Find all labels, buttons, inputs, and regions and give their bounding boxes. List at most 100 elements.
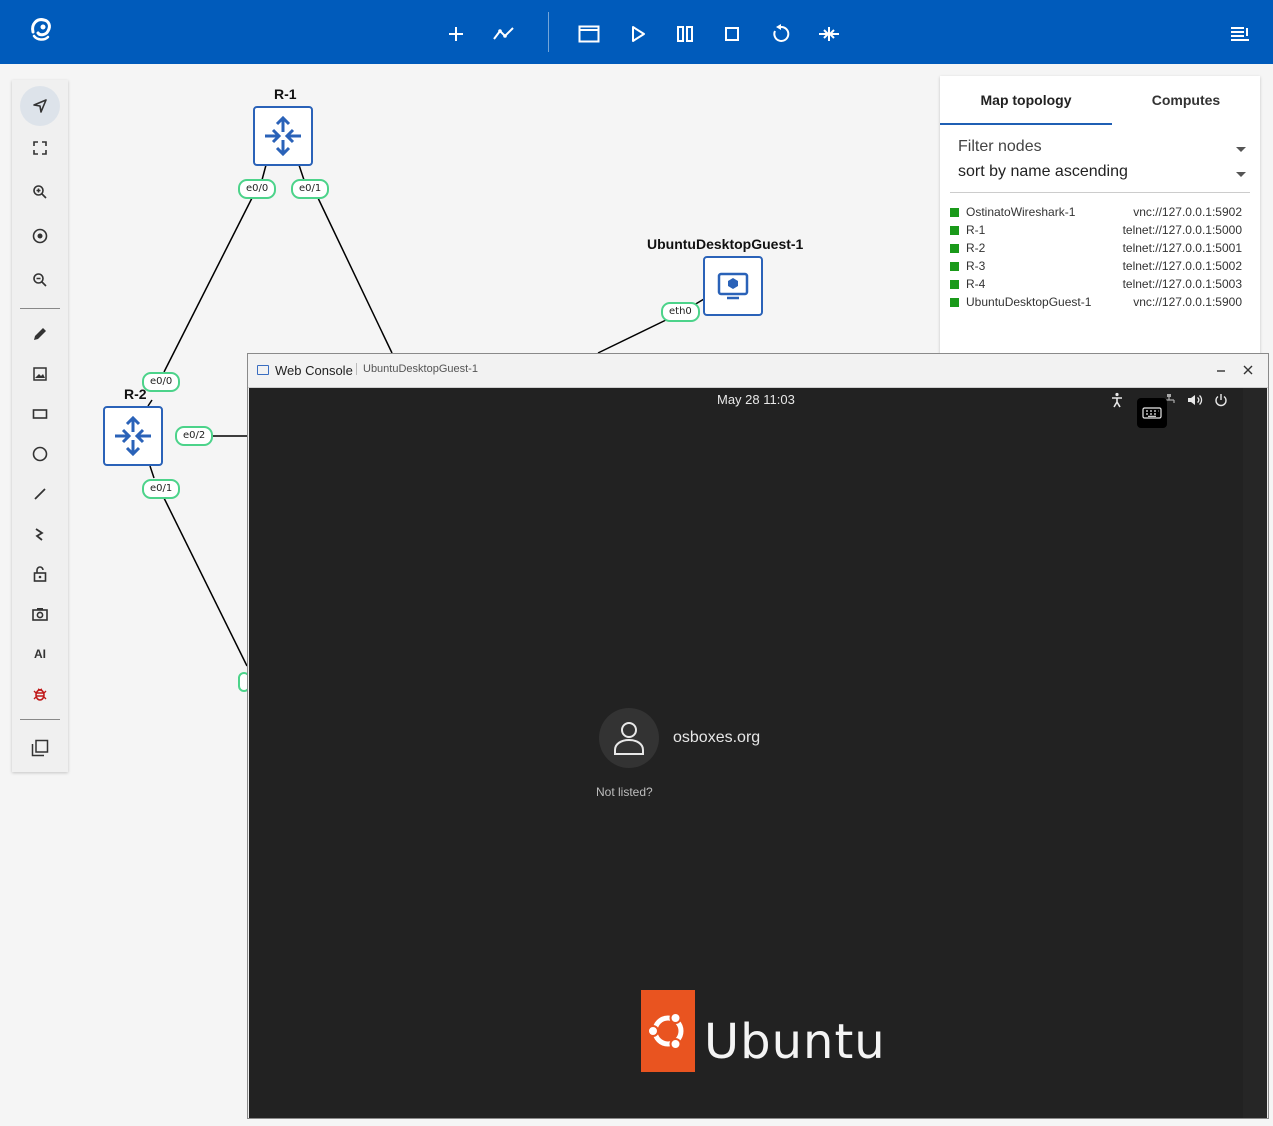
target-icon (32, 228, 48, 244)
console-title: Web Console (275, 363, 353, 378)
compress-arrows-icon (819, 27, 839, 41)
insert-image-button[interactable] (20, 354, 60, 394)
ai-button[interactable]: AI (20, 634, 60, 674)
debug-button[interactable] (20, 674, 60, 714)
ubuntu-wordmark: Ubuntu (704, 1014, 886, 1070)
volume-icon[interactable] (1185, 390, 1205, 410)
login-username[interactable]: osboxes.org (673, 729, 760, 747)
console-all-button[interactable] (569, 14, 609, 54)
node-list-url[interactable]: telnet://127.0.0.1:5002 (1123, 259, 1242, 273)
line-icon (34, 488, 46, 500)
node-r2[interactable] (103, 406, 163, 466)
stop-all-button[interactable] (712, 14, 752, 54)
port-r2-e0-2[interactable]: e0/2 (175, 426, 214, 446)
tool-rail: AI (12, 80, 68, 772)
zoom-in-button[interactable] (20, 172, 60, 212)
node-list-item[interactable]: R-4 telnet://127.0.0.1:5003 (950, 276, 1242, 294)
line-tool-button[interactable] (20, 474, 60, 514)
minimize-icon (1217, 370, 1225, 372)
node-list-name: R-3 (966, 259, 986, 273)
port-ubuntu-eth0[interactable]: eth0 (661, 302, 700, 322)
status-indicator (950, 226, 959, 235)
select-tool-button[interactable] (20, 86, 60, 126)
user-icon (614, 722, 644, 755)
terminal-icon (257, 365, 269, 375)
link-r1-r2 (163, 197, 253, 373)
lock-open-icon (33, 566, 47, 582)
node-label-ubuntu: UbuntuDesktopGuest-1 (647, 236, 804, 252)
node-list-url[interactable]: vnc://127.0.0.1:5900 (1133, 295, 1242, 309)
port-r2-e0-1[interactable]: e0/1 (142, 479, 181, 499)
layers-button[interactable] (20, 728, 60, 768)
node-list-url[interactable]: telnet://127.0.0.1:5000 (1123, 223, 1242, 237)
vm-clock[interactable]: May 28 11:03 (717, 392, 795, 407)
reset-all-button[interactable] (809, 14, 849, 54)
node-list-name: R-1 (966, 223, 986, 237)
not-listed-link[interactable]: Not listed? (596, 785, 653, 799)
lock-button[interactable] (20, 554, 60, 594)
node-label-r1: R-1 (274, 86, 297, 102)
add-link-button[interactable] (484, 14, 524, 54)
node-ubuntu-desktop[interactable] (703, 256, 763, 316)
ellipse-tool-button[interactable] (20, 434, 60, 474)
filter-nodes-select[interactable]: Filter nodes (958, 138, 1250, 162)
node-list-item[interactable]: R-3 telnet://127.0.0.1:5002 (950, 258, 1242, 276)
gns3-logo-icon[interactable] (24, 12, 58, 46)
node-list-name: R-4 (966, 277, 986, 291)
router-icon (265, 115, 301, 157)
fit-view-button[interactable] (20, 128, 60, 168)
node-list-url[interactable]: telnet://127.0.0.1:5003 (1123, 277, 1242, 291)
rail-divider (20, 308, 60, 309)
node-list-url[interactable]: telnet://127.0.0.1:5001 (1123, 241, 1242, 255)
menu-list-icon (1231, 27, 1249, 41)
zoom-out-icon (33, 273, 47, 287)
port-r2-e0-0[interactable]: e0/0 (142, 372, 181, 392)
minimize-button[interactable] (1211, 360, 1231, 380)
node-list-url[interactable]: vnc://127.0.0.1:5902 (1133, 205, 1242, 219)
web-console-window: Web Console UbuntuDesktopGuest-1 May 28 … (247, 353, 1269, 1119)
console-titlebar[interactable]: Web Console UbuntuDesktopGuest-1 (248, 354, 1268, 388)
sort-select[interactable]: sort by name ascending (958, 163, 1250, 187)
tab-map-topology[interactable]: Map topology (940, 76, 1112, 125)
bug-icon (33, 688, 47, 701)
window-icon (578, 25, 600, 43)
screenshot-button[interactable] (20, 594, 60, 634)
power-icon[interactable] (1211, 390, 1231, 410)
node-list-name: R-2 (966, 241, 986, 255)
rail-divider-2 (20, 719, 60, 720)
console-subtitle: UbuntuDesktopGuest-1 (356, 363, 478, 375)
filter-nodes-placeholder: Filter nodes (958, 138, 1042, 155)
node-list-item[interactable]: R-1 telnet://127.0.0.1:5000 (950, 222, 1242, 240)
node-list-item[interactable]: OstinatoWireshark-1 vnc://127.0.0.1:5902 (950, 204, 1242, 222)
chevron-down-icon (1236, 147, 1246, 152)
zoom-out-button[interactable] (20, 260, 60, 300)
accessibility-icon[interactable] (1107, 390, 1127, 410)
suspend-all-button[interactable] (665, 14, 705, 54)
stop-icon (725, 27, 739, 41)
node-list-item[interactable]: UbuntuDesktopGuest-1 vnc://127.0.0.1:590… (950, 294, 1242, 312)
menu-button[interactable] (1220, 14, 1260, 54)
port-r1-e0-1[interactable]: e0/1 (291, 179, 330, 199)
add-node-button[interactable] (436, 14, 476, 54)
port-r1-e0-0[interactable]: e0/0 (238, 179, 277, 199)
draw-button[interactable] (20, 314, 60, 354)
status-indicator (950, 262, 959, 271)
reset-zoom-button[interactable] (20, 216, 60, 256)
tab-computes[interactable]: Computes (1112, 76, 1260, 123)
link-r1-right (317, 197, 393, 354)
vm-display[interactable]: May 28 11:03 osboxes.org Not listed? Ubu… (249, 388, 1267, 1118)
rectangle-tool-button[interactable] (20, 394, 60, 434)
node-r1[interactable] (253, 106, 313, 166)
user-avatar[interactable] (599, 708, 659, 768)
node-list-item[interactable]: R-2 telnet://127.0.0.1:5001 (950, 240, 1242, 258)
reload-all-button[interactable] (761, 14, 801, 54)
image-icon (33, 367, 47, 381)
keyboard-icon[interactable] (1137, 398, 1167, 428)
close-button[interactable] (1238, 360, 1258, 380)
curved-link-button[interactable] (20, 514, 60, 554)
node-list-name: UbuntuDesktopGuest-1 (966, 295, 1092, 309)
status-indicator (950, 280, 959, 289)
zoom-in-icon (33, 185, 47, 199)
start-all-button[interactable] (618, 14, 658, 54)
topology-panel: Map topology Computes Filter nodes sort … (940, 76, 1260, 366)
